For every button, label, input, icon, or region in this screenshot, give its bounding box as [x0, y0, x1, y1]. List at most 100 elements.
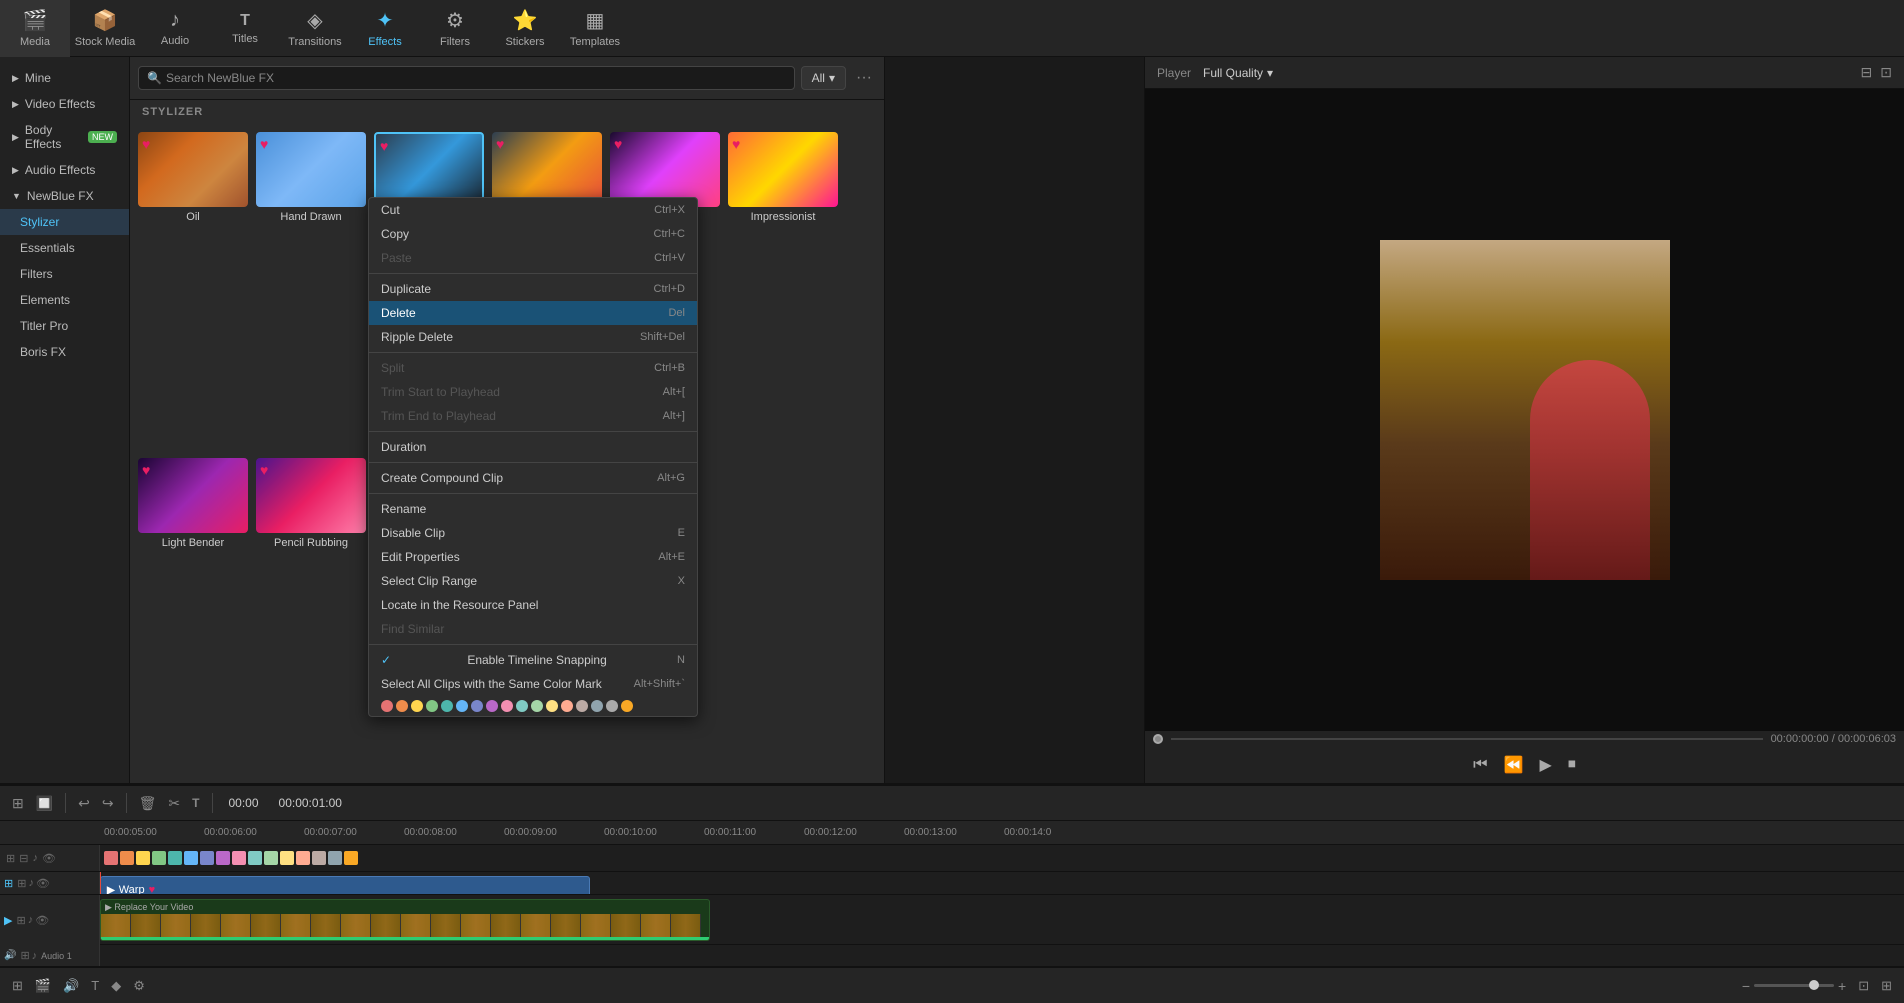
tbc-settings-button[interactable]: ⚙ — [129, 974, 149, 998]
ctx-disable-clip[interactable]: Disable Clip E — [369, 521, 697, 545]
zoom-in-button[interactable]: + — [1838, 978, 1846, 994]
ctx-locate-resource[interactable]: Locate in the Resource Panel — [369, 593, 697, 617]
palette-green[interactable] — [152, 851, 166, 865]
sidebar-item-newblue-fx[interactable]: ▼ NewBlue FX — [0, 183, 129, 209]
search-box[interactable]: 🔍 Search NewBlue FX — [138, 66, 795, 90]
sidebar-item-filters[interactable]: Filters — [0, 261, 129, 287]
color-mark-pink[interactable] — [501, 700, 513, 712]
warp-clip[interactable]: ▶ Warp ♥ — [100, 876, 590, 894]
ctx-ripple-delete[interactable]: Ripple Delete Shift+Del — [369, 325, 697, 349]
palette-amber[interactable] — [280, 851, 294, 865]
track-a1-add2-button[interactable]: ⊞ — [20, 949, 29, 962]
track-media-eye-button[interactable]: 👁 — [35, 914, 49, 927]
more-options-button[interactable]: ··· — [852, 65, 876, 91]
search-input[interactable]: Search NewBlue FX — [166, 71, 786, 85]
zoom-out-button[interactable]: − — [1742, 978, 1750, 994]
timeline-redo-button[interactable]: ↪ — [98, 791, 118, 816]
timeline-delete-button[interactable]: 🗑 — [135, 791, 161, 816]
color-mark-gold[interactable] — [621, 700, 633, 712]
timeline-text-button[interactable]: T — [188, 792, 203, 814]
palette-teal[interactable] — [168, 851, 182, 865]
toolbar-templates[interactable]: ▦ Templates — [560, 0, 630, 57]
timeline-undo-button[interactable]: ↩ — [74, 791, 94, 816]
sidebar-item-mine[interactable]: ▶ Mine — [0, 65, 129, 91]
ctx-delete[interactable]: Delete Del — [369, 301, 697, 325]
ctx-paste[interactable]: Paste Ctrl+V — [369, 246, 697, 270]
ctx-enable-snapping[interactable]: ✓ Enable Timeline Snapping N — [369, 648, 697, 672]
skip-back-button[interactable]: ⏮ — [1473, 756, 1487, 774]
timeline-add-track-button[interactable]: ⊞ — [8, 791, 28, 816]
neon-favorite-icon[interactable]: ♥ — [614, 136, 622, 152]
color-mark-red[interactable] — [381, 700, 393, 712]
stop-button[interactable]: ⏹ — [1568, 756, 1576, 774]
track-a1-mute-button[interactable]: ♪ — [32, 949, 38, 962]
sidebar-item-stylizer[interactable]: Stylizer — [0, 209, 129, 235]
timeline-progress-bar[interactable] — [1171, 738, 1763, 740]
ctx-find-similar[interactable]: Find Similar — [369, 617, 697, 641]
tbc-marker-button[interactable]: ◆ — [107, 974, 125, 998]
color-mark-salmon[interactable] — [561, 700, 573, 712]
filter-button[interactable]: All ▾ — [801, 66, 846, 90]
palette-tan[interactable] — [312, 851, 326, 865]
color-mark-green[interactable] — [426, 700, 438, 712]
sidebar-item-elements[interactable]: Elements — [0, 287, 129, 313]
color-mark-gray[interactable] — [591, 700, 603, 712]
ctx-copy[interactable]: Copy Ctrl+C — [369, 222, 697, 246]
ctx-duration[interactable]: Duration — [369, 435, 697, 459]
zoom-fit-button[interactable]: ⊡ — [1854, 974, 1873, 998]
palette-pink[interactable] — [232, 851, 246, 865]
track-mute-button[interactable]: ♪ — [32, 852, 38, 864]
track-v1-add-button[interactable]: ⊞ — [4, 877, 13, 890]
track-media-add2-button[interactable]: ⊞ — [16, 914, 25, 927]
palette-gold[interactable] — [344, 851, 358, 865]
toolbar-titles[interactable]: T Titles — [210, 0, 280, 57]
ctx-compound-clip[interactable]: Create Compound Clip Alt+G — [369, 466, 697, 490]
toolbar-effects[interactable]: ✦ Effects — [350, 0, 420, 57]
color-mark-silver[interactable] — [606, 700, 618, 712]
effect-oil[interactable]: ♥ Oil — [138, 132, 248, 450]
toolbar-audio[interactable]: ♪ Audio — [140, 0, 210, 57]
track-media-mute-button[interactable]: ♪ — [28, 914, 34, 927]
tbc-add-track-button[interactable]: ⊞ — [8, 974, 27, 998]
palette-salmon[interactable] — [296, 851, 310, 865]
pencil-favorite-icon[interactable]: ♥ — [260, 462, 268, 478]
track-v1-eye-button[interactable]: 👁 — [36, 877, 50, 890]
effect-light-bender[interactable]: ♥ Light Bender — [138, 458, 248, 776]
play-button[interactable]: ▶ — [1540, 755, 1552, 775]
color-mark-purple[interactable] — [486, 700, 498, 712]
palette-purple[interactable] — [216, 851, 230, 865]
ctx-duplicate[interactable]: Duplicate Ctrl+D — [369, 277, 697, 301]
ctx-cut[interactable]: Cut Ctrl+X — [369, 198, 697, 222]
tbc-audio-button[interactable]: 🔊 — [59, 974, 83, 998]
tbc-text-button[interactable]: T — [87, 974, 103, 997]
color-mark-indigo[interactable] — [471, 700, 483, 712]
zoom-slider[interactable] — [1754, 984, 1834, 987]
ctx-select-color[interactable]: Select All Clips with the Same Color Mar… — [369, 672, 697, 696]
effect-impressionist[interactable]: ♥ Impressionist — [728, 132, 838, 450]
ctx-select-range[interactable]: Select Clip Range X — [369, 569, 697, 593]
ctx-edit-properties[interactable]: Edit Properties Alt+E — [369, 545, 697, 569]
toolbar-transitions[interactable]: ◈ Transitions — [280, 0, 350, 57]
toolbar-media[interactable]: 🎬 Media — [0, 0, 70, 57]
sidebar-item-body-effects[interactable]: ▶ Body Effects NEW — [0, 117, 129, 157]
add-video-track-button[interactable]: ⊞ — [6, 852, 15, 865]
track-media-add-button[interactable]: ▶ — [4, 914, 12, 927]
color-mark-cyan[interactable] — [516, 700, 528, 712]
oil-favorite-icon[interactable]: ♥ — [142, 136, 150, 152]
sidebar-item-audio-effects[interactable]: ▶ Audio Effects — [0, 157, 129, 183]
effect-hand-drawn[interactable]: ♥ Hand Drawn — [256, 132, 366, 450]
lightbender-favorite-icon[interactable]: ♥ — [142, 462, 150, 478]
sidebar-item-boris-fx[interactable]: Boris FX — [0, 339, 129, 365]
color-mark-amber[interactable] — [546, 700, 558, 712]
ctx-rename[interactable]: Rename — [369, 497, 697, 521]
glowpro-favorite-icon[interactable]: ♥ — [496, 136, 504, 152]
palette-gray[interactable] — [328, 851, 342, 865]
palette-indigo[interactable] — [200, 851, 214, 865]
toolbar-stock-media[interactable]: 📦 Stock Media — [70, 0, 140, 57]
ctx-split[interactable]: Split Ctrl+B — [369, 356, 697, 380]
track-a1-add-button[interactable]: 🔊 — [4, 950, 16, 961]
quality-button[interactable]: Full Quality ▾ — [1203, 66, 1273, 80]
color-mark-tan[interactable] — [576, 700, 588, 712]
handdrawn-favorite-icon[interactable]: ♥ — [260, 136, 268, 152]
impressionist-favorite-icon[interactable]: ♥ — [732, 136, 740, 152]
